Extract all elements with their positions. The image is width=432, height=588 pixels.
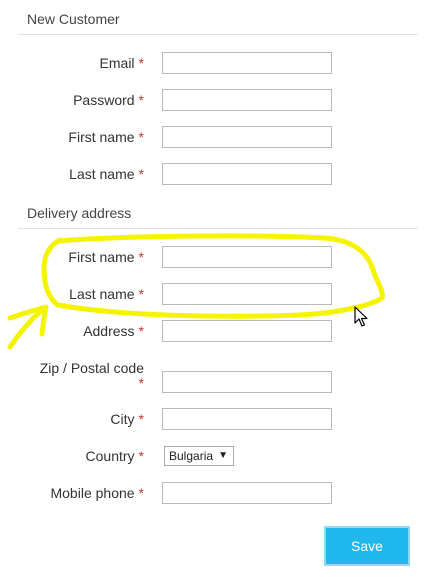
customer-form: New Customer Email * Password * First name…	[0, 0, 432, 588]
highlight-annotation-icon	[7, 233, 385, 350]
mouse-pointer-icon	[354, 306, 368, 327]
